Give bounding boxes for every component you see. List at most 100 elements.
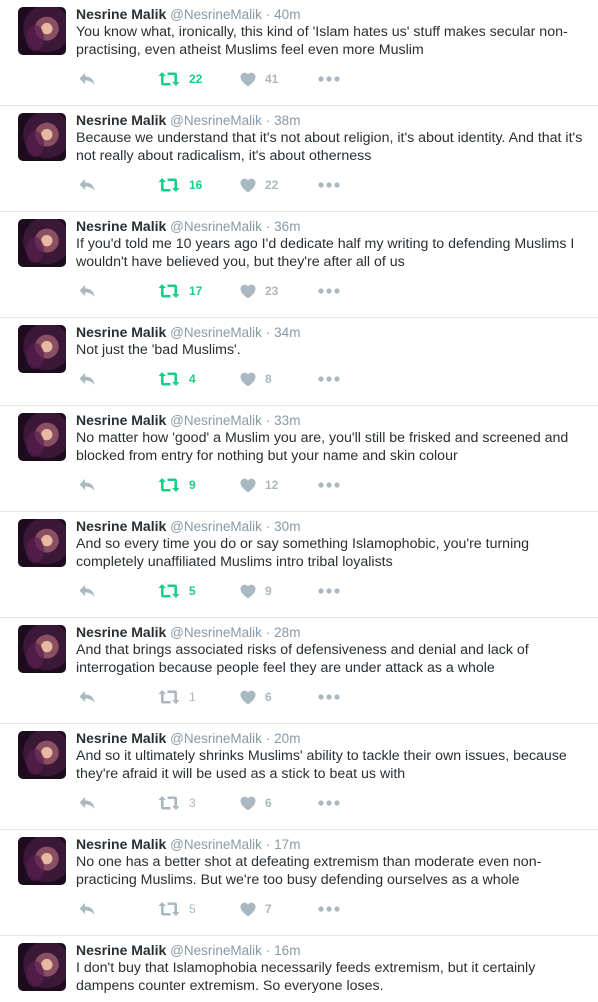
more-icon <box>318 376 340 382</box>
like-button[interactable]: 9 <box>240 582 272 600</box>
author-name[interactable]: Nesrine Malik <box>76 624 166 640</box>
author-name[interactable]: Nesrine Malik <box>76 942 166 958</box>
author-handle[interactable]: @NesrineMalik <box>170 625 262 640</box>
avatar[interactable] <box>18 113 66 161</box>
tweet[interactable]: Nesrine Malik @NesrineMalik · 36m If you… <box>0 212 598 318</box>
timestamp[interactable]: 17m <box>274 837 300 852</box>
tweet[interactable]: Nesrine Malik @NesrineMalik · 38m Becaus… <box>0 106 598 212</box>
timestamp[interactable]: 33m <box>274 413 300 428</box>
author-name[interactable]: Nesrine Malik <box>76 730 166 746</box>
timestamp[interactable]: 40m <box>274 7 300 22</box>
like-button[interactable]: 22 <box>240 176 278 194</box>
reply-button[interactable] <box>78 370 96 388</box>
avatar[interactable] <box>18 625 66 673</box>
reply-icon <box>79 585 95 597</box>
author-name[interactable]: Nesrine Malik <box>76 6 166 22</box>
avatar[interactable] <box>18 7 66 55</box>
more-button[interactable] <box>318 70 340 88</box>
retweet-button[interactable]: 5 <box>158 582 196 600</box>
like-count: 8 <box>265 372 272 386</box>
more-button[interactable] <box>318 176 340 194</box>
author-name[interactable]: Nesrine Malik <box>76 412 166 428</box>
more-button[interactable] <box>318 688 340 706</box>
timestamp[interactable]: 34m <box>274 325 300 340</box>
author-handle[interactable]: @NesrineMalik <box>170 219 262 234</box>
author-handle[interactable]: @NesrineMalik <box>170 731 262 746</box>
tweet-text: And that brings associated risks of defe… <box>76 642 529 676</box>
timestamp[interactable]: 20m <box>274 731 300 746</box>
retweet-button[interactable]: 22 <box>158 70 202 88</box>
author-handle[interactable]: @NesrineMalik <box>170 413 262 428</box>
retweet-button[interactable]: 9 <box>158 476 196 494</box>
author-handle[interactable]: @NesrineMalik <box>170 519 262 534</box>
retweet-button[interactable]: 4 <box>158 370 196 388</box>
tweet-actions: 3 6 <box>76 794 376 812</box>
like-count: 12 <box>265 478 279 492</box>
reply-button[interactable] <box>78 688 96 706</box>
reply-button[interactable] <box>78 282 96 300</box>
like-button[interactable]: 12 <box>240 476 278 494</box>
like-button[interactable]: 41 <box>240 70 278 88</box>
like-button[interactable]: 7 <box>240 900 272 918</box>
avatar[interactable] <box>18 413 66 461</box>
reply-button[interactable] <box>78 900 96 918</box>
author-handle[interactable]: @NesrineMalik <box>170 113 262 128</box>
tweet[interactable]: Nesrine Malik @NesrineMalik · 28m And th… <box>0 618 598 724</box>
more-button[interactable] <box>318 370 340 388</box>
timestamp[interactable]: 38m <box>274 113 300 128</box>
tweet[interactable]: Nesrine Malik @NesrineMalik · 16m I don'… <box>0 936 598 1002</box>
avatar[interactable] <box>18 219 66 267</box>
like-button[interactable]: 6 <box>240 688 272 706</box>
timestamp[interactable]: 30m <box>274 519 300 534</box>
avatar[interactable] <box>18 837 66 885</box>
timestamp[interactable]: 16m <box>274 943 300 958</box>
author-name[interactable]: Nesrine Malik <box>76 218 166 234</box>
timestamp[interactable]: 28m <box>274 625 300 640</box>
tweet[interactable]: Nesrine Malik @NesrineMalik · 20m And so… <box>0 724 598 830</box>
author-handle[interactable]: @NesrineMalik <box>170 7 262 22</box>
tweet[interactable]: Nesrine Malik @NesrineMalik · 33m No mat… <box>0 406 598 512</box>
more-button[interactable] <box>318 282 340 300</box>
reply-button[interactable] <box>78 176 96 194</box>
reply-button[interactable] <box>78 70 96 88</box>
like-count: 6 <box>265 690 272 704</box>
author-name[interactable]: Nesrine Malik <box>76 518 166 534</box>
tweet-actions: 1 6 <box>76 688 376 706</box>
reply-button[interactable] <box>78 476 96 494</box>
tweet-header: Nesrine Malik @NesrineMalik · 40m <box>76 5 300 24</box>
reply-button[interactable] <box>78 582 96 600</box>
more-button[interactable] <box>318 476 340 494</box>
heart-icon <box>240 902 256 916</box>
more-button[interactable] <box>318 582 340 600</box>
tweet-actions: 22 41 <box>76 70 376 88</box>
avatar[interactable] <box>18 943 66 991</box>
more-button[interactable] <box>318 794 340 812</box>
author-handle[interactable]: @NesrineMalik <box>170 837 262 852</box>
retweet-button[interactable]: 17 <box>158 282 202 300</box>
like-button[interactable]: 6 <box>240 794 272 812</box>
author-name[interactable]: Nesrine Malik <box>76 324 166 340</box>
reply-icon <box>79 797 95 809</box>
retweet-button[interactable]: 3 <box>158 794 196 812</box>
retweet-button[interactable]: 5 <box>158 900 196 918</box>
retweet-button[interactable]: 1 <box>158 688 196 706</box>
timestamp[interactable]: 36m <box>274 219 300 234</box>
avatar[interactable] <box>18 325 66 373</box>
tweet[interactable]: Nesrine Malik @NesrineMalik · 34m Not ju… <box>0 318 598 406</box>
author-name[interactable]: Nesrine Malik <box>76 112 166 128</box>
author-name[interactable]: Nesrine Malik <box>76 836 166 852</box>
like-button[interactable]: 23 <box>240 282 278 300</box>
retweet-count: 5 <box>189 584 196 598</box>
avatar[interactable] <box>18 731 66 779</box>
tweet-header: Nesrine Malik @NesrineMalik · 16m <box>76 941 300 960</box>
tweet[interactable]: Nesrine Malik @NesrineMalik · 30m And so… <box>0 512 598 618</box>
tweet[interactable]: Nesrine Malik @NesrineMalik · 40m You kn… <box>0 0 598 106</box>
like-button[interactable]: 8 <box>240 370 272 388</box>
author-handle[interactable]: @NesrineMalik <box>170 325 262 340</box>
avatar[interactable] <box>18 519 66 567</box>
author-handle[interactable]: @NesrineMalik <box>170 943 262 958</box>
more-button[interactable] <box>318 900 340 918</box>
tweet[interactable]: Nesrine Malik @NesrineMalik · 17m No one… <box>0 830 598 936</box>
retweet-button[interactable]: 16 <box>158 176 202 194</box>
reply-button[interactable] <box>78 794 96 812</box>
